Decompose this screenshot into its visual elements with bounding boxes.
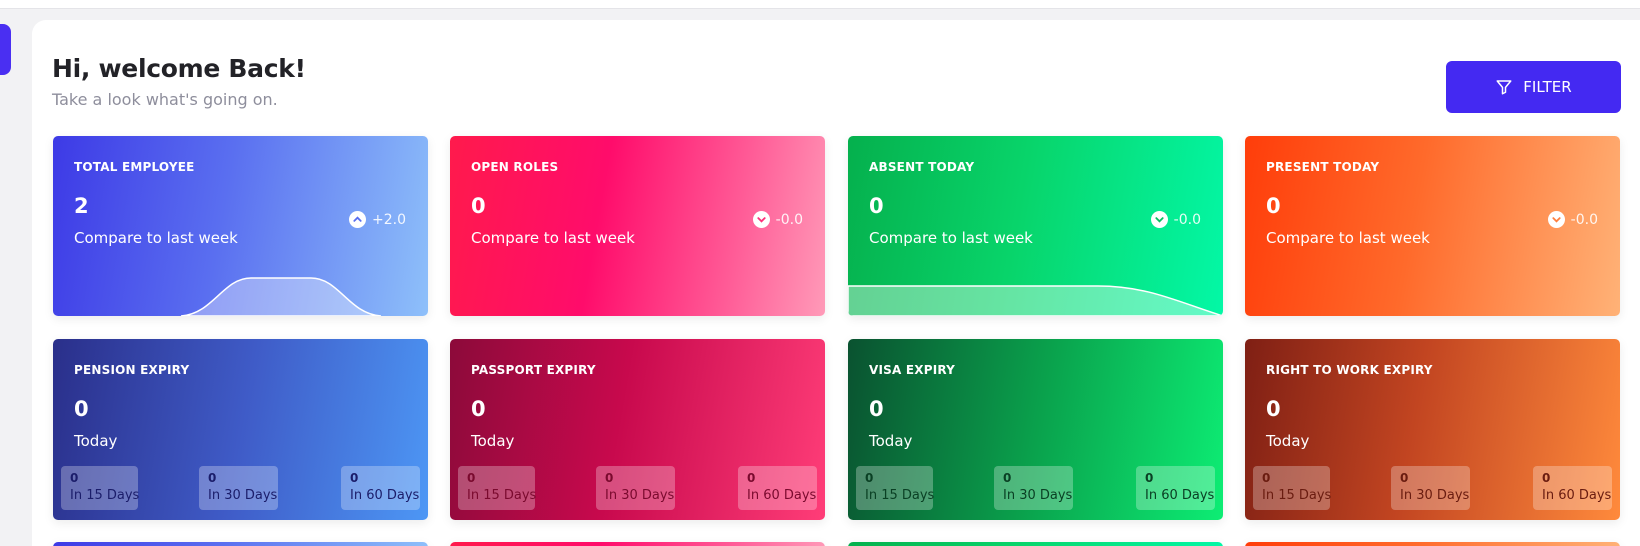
stat-subtitle: Compare to last week	[471, 229, 635, 247]
expiry-period: In 30 Days	[1003, 488, 1073, 503]
expiry-count: 0	[350, 471, 359, 485]
expiry-period: In 15 Days	[1262, 488, 1332, 503]
expiry-card-passport[interactable]: PASSPORT EXPIRY 0 Today 0 In 15 Days 0 In …	[450, 339, 825, 520]
expiry-subtitle: Today	[74, 432, 118, 450]
card-partial[interactable]	[848, 542, 1223, 546]
expiry-count: 0	[1542, 471, 1551, 485]
expiry-count: 0	[70, 471, 79, 485]
stat-subtitle: Compare to last week	[74, 229, 238, 247]
expiry-60-days[interactable]: 0 In 60 Days	[738, 466, 817, 510]
expiry-title: VISA EXPIRY	[869, 363, 956, 377]
expiry-period: In 15 Days	[467, 488, 537, 503]
trend-sparkline	[180, 277, 382, 316]
card-partial[interactable]	[53, 542, 428, 546]
stat-subtitle: Compare to last week	[869, 229, 1033, 247]
expiry-period: In 30 Days	[208, 488, 278, 503]
expiry-count: 0	[1145, 471, 1154, 485]
stat-card-absent-today[interactable]: ABSENT TODAY 0 Compare to last week -0.0	[848, 136, 1223, 316]
expiry-period: In 30 Days	[605, 488, 675, 503]
expiry-count: 0	[1262, 471, 1271, 485]
stat-delta: +2.0	[349, 211, 406, 228]
expiry-30-days[interactable]: 0 In 30 Days	[994, 466, 1073, 510]
stat-delta: -0.0	[752, 211, 803, 228]
expiry-count: 0	[467, 471, 476, 485]
stat-delta-value: -0.0	[775, 211, 803, 228]
expiry-60-days[interactable]: 0 In 60 Days	[341, 466, 420, 510]
chevron-down-circle-icon	[1547, 211, 1565, 228]
stat-value: 2	[74, 194, 89, 218]
expiry-15-days[interactable]: 0 In 15 Days	[1253, 466, 1332, 510]
card-partial[interactable]	[1245, 542, 1620, 546]
expiry-60-days[interactable]: 0 In 60 Days	[1136, 466, 1215, 510]
expiry-period: In 15 Days	[70, 488, 140, 503]
expiry-value: 0	[1266, 397, 1281, 421]
expiry-subtitle: Today	[869, 432, 913, 450]
expiry-15-days[interactable]: 0 In 15 Days	[856, 466, 935, 510]
stat-card-present-today[interactable]: PRESENT TODAY 0 Compare to last week -0.…	[1245, 136, 1620, 316]
stat-title: PRESENT TODAY	[1266, 160, 1380, 174]
expiry-count: 0	[1400, 471, 1409, 485]
stat-delta: -0.0	[1150, 211, 1201, 228]
expiry-card-right-to-work[interactable]: RIGHT TO WORK EXPIRY 0 Today 0 In 15 Days…	[1245, 339, 1620, 520]
expiry-count: 0	[208, 471, 217, 485]
stat-value: 0	[1266, 194, 1281, 218]
page-title: Hi, welcome Back!	[52, 54, 306, 83]
stat-delta: -0.0	[1547, 211, 1598, 228]
stat-title: ABSENT TODAY	[869, 160, 975, 174]
chevron-up-circle-icon	[349, 211, 366, 228]
chevron-down-circle-icon	[752, 211, 770, 228]
expiry-card-pension[interactable]: PENSION EXPIRY 0 Today 0 In 15 Days 0 In 3…	[53, 339, 428, 520]
expiry-count: 0	[605, 471, 614, 485]
expiry-30-days[interactable]: 0 In 30 Days	[199, 466, 278, 510]
stat-title: TOTAL EMPLOYEE	[74, 160, 195, 174]
expiry-title: RIGHT TO WORK EXPIRY	[1266, 363, 1433, 377]
expiry-subtitle: Today	[471, 432, 515, 450]
sidebar-edge	[0, 9, 13, 546]
sidebar-toggle[interactable]	[0, 24, 11, 75]
expiry-count: 0	[747, 471, 756, 485]
card-partial[interactable]	[450, 542, 825, 546]
chevron-down-circle-icon	[1150, 211, 1168, 228]
expiry-15-days[interactable]: 0 In 15 Days	[458, 466, 537, 510]
expiry-period: In 15 Days	[865, 488, 935, 503]
expiry-title: PASSPORT EXPIRY	[471, 363, 596, 377]
expiry-period: In 60 Days	[1145, 488, 1215, 503]
stat-card-open-roles[interactable]: OPEN ROLES 0 Compare to last week -0.0	[450, 136, 825, 316]
stat-card-total-employee[interactable]: TOTAL EMPLOYEE 2 Compare to last week +2…	[53, 136, 428, 316]
expiry-subtitle: Today	[1266, 432, 1310, 450]
filter-button[interactable]: FILTER	[1446, 61, 1621, 113]
trend-sparkline	[848, 285, 1223, 316]
stat-delta-value: -0.0	[1173, 211, 1201, 228]
expiry-title: PENSION EXPIRY	[74, 363, 190, 377]
stat-title: OPEN ROLES	[471, 160, 559, 174]
expiry-value: 0	[74, 397, 89, 421]
expiry-count: 0	[865, 471, 874, 485]
expiry-period: In 60 Days	[350, 488, 420, 503]
filter-button-label: FILTER	[1523, 78, 1572, 96]
expiry-period: In 60 Days	[747, 488, 817, 503]
page-subtitle: Take a look what's going on.	[52, 90, 278, 109]
expiry-60-days[interactable]: 0 In 60 Days	[1533, 466, 1612, 510]
expiry-period: In 60 Days	[1542, 488, 1612, 503]
expiry-15-days[interactable]: 0 In 15 Days	[61, 466, 140, 510]
expiry-period: In 30 Days	[1400, 488, 1470, 503]
top-bar	[0, 0, 1640, 9]
expiry-30-days[interactable]: 0 In 30 Days	[1391, 466, 1470, 510]
expiry-value: 0	[869, 397, 884, 421]
stat-subtitle: Compare to last week	[1266, 229, 1430, 247]
stat-value: 0	[471, 194, 486, 218]
filter-icon	[1496, 80, 1512, 95]
stat-delta-value: +2.0	[372, 211, 406, 228]
expiry-30-days[interactable]: 0 In 30 Days	[596, 466, 675, 510]
stat-delta-value: -0.0	[1570, 211, 1598, 228]
expiry-count: 0	[1003, 471, 1012, 485]
stat-value: 0	[869, 194, 884, 218]
expiry-value: 0	[471, 397, 486, 421]
expiry-card-visa[interactable]: VISA EXPIRY 0 Today 0 In 15 Days 0 In 30 D…	[848, 339, 1223, 520]
